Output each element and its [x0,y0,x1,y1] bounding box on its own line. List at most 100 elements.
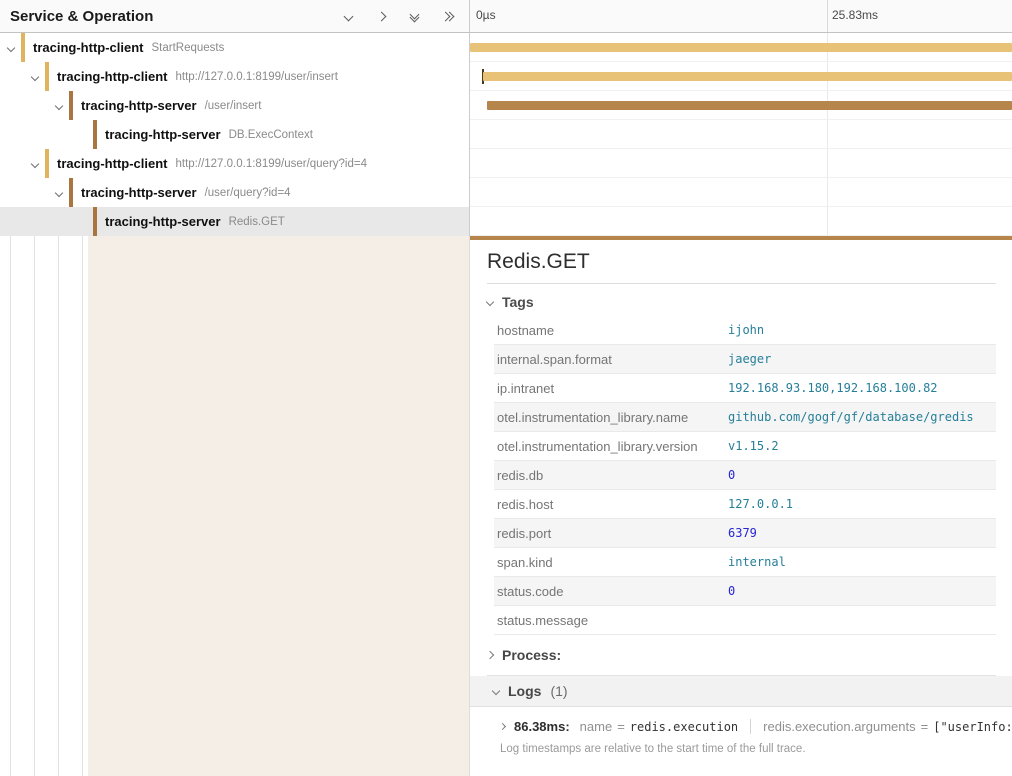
span-duration-bar[interactable] [483,72,1012,81]
tag-row: hostname ijohn [494,316,996,345]
chevron-right-glyph [376,11,386,21]
tag-value: 6379 [728,526,757,540]
operation-name: /user/query?id=4 [205,187,291,199]
process-label: Process: [502,647,561,663]
chevron-down-icon [492,687,500,695]
tag-row: otel.instrumentation_library.version v1.… [494,432,996,461]
tag-key: hostname [494,323,728,338]
tag-row: redis.db 0 [494,461,996,490]
timeline-header: Service & Operation 0µs 25.83ms [0,0,1012,33]
timeline-ruler: 0µs 25.83ms [470,0,1012,32]
span-timeline-cell [470,120,1012,149]
trace-viewer: Service & Operation 0µs 25.83ms tracing-… [0,0,1012,776]
service-operation-header: Service & Operation [0,0,470,32]
span-row-redis-get: tracing-http-server Redis.GET [0,207,1012,236]
chevron-down-icon[interactable] [340,8,356,24]
service-operation-title: Service & Operation [10,8,340,25]
operation-name: /user/insert [205,100,262,112]
service-name: tracing-http-server [81,98,197,113]
process-section-header[interactable]: Process: [487,635,996,676]
tags-label: Tags [502,294,534,310]
tag-value: v1.15.2 [728,439,779,453]
span-row-user-insert-client: tracing-http-client http://127.0.0.1:819… [0,62,1012,91]
indent-guide [82,236,83,776]
service-name: tracing-http-client [57,156,168,171]
log-field-equals: = [921,719,929,734]
span-detail-title: Redis.GET [487,240,996,284]
tag-key: span.kind [494,555,728,570]
collapse-chevron-icon[interactable] [28,74,42,80]
collapse-chevron-icon[interactable] [28,161,42,167]
log-field-value: redis.execution [630,720,738,734]
span-duration-bar[interactable] [470,43,1012,52]
logs-count: (1) [550,683,567,699]
tag-row: ip.intranet 192.168.93.180,192.168.100.8… [494,374,996,403]
tag-key: redis.host [494,497,728,512]
tag-key: otel.instrumentation_library.version [494,439,728,454]
span-duration-bar[interactable] [487,101,1012,110]
span-row-user-query-client: tracing-http-client http://127.0.0.1:819… [0,149,1012,178]
span-timeline-cell [470,207,1012,236]
operation-name: DB.ExecContext [229,129,313,141]
tag-value: github.com/gogf/gf/database/gredis [728,410,974,424]
indent-guide [34,236,35,776]
tag-row: status.code 0 [494,577,996,606]
collapse-chevron-icon[interactable] [52,103,66,109]
log-field-value: ["userInfo:4"] [933,720,1012,734]
log-field-key: redis.execution.arguments [763,719,915,734]
double-chevron-right-icon[interactable] [439,8,455,24]
log-entry-row[interactable]: 86.38ms: name = redis.execution redis.ex… [470,707,1012,734]
timeline-tick-0: 0µs [476,8,496,22]
span-tree-cell[interactable]: tracing-http-client http://127.0.0.1:819… [0,62,470,91]
span-tree-cell[interactable]: tracing-http-client http://127.0.0.1:819… [0,149,470,178]
tag-key: status.code [494,584,728,599]
chevron-right-icon[interactable] [373,8,389,24]
span-timeline-cell [470,178,1012,207]
chevron-right-icon [486,651,494,659]
double-chevron-down-glyph [411,11,418,21]
tag-key: ip.intranet [494,381,728,396]
tag-value: 192.168.93.180,192.168.100.82 [728,381,938,395]
tag-row: otel.instrumentation_library.name github… [494,403,996,432]
chevron-down-glyph [343,11,353,21]
indent-guide [58,236,59,776]
service-name: tracing-http-server [105,127,221,142]
span-color-bar [45,149,49,178]
chevron-down-icon [486,298,494,306]
service-color-tint [88,236,469,776]
span-timeline-cell [470,62,1012,91]
span-timeline-cell [470,33,1012,62]
span-row-startrequests: tracing-http-client StartRequests [0,33,1012,62]
tag-row: span.kind internal [494,548,996,577]
tag-value: 127.0.0.1 [728,497,793,511]
operation-name: StartRequests [152,42,225,54]
chevron-right-icon [499,723,506,730]
log-field-key: name [580,719,613,734]
span-timeline-cell [470,91,1012,120]
tag-value: jaeger [728,352,771,366]
service-name: tracing-http-server [81,185,197,200]
span-color-bar [45,62,49,91]
operation-name: Redis.GET [229,216,285,228]
tag-value: internal [728,555,786,569]
span-tree-cell[interactable]: tracing-http-client StartRequests [0,33,470,62]
tag-row: redis.host 127.0.0.1 [494,490,996,519]
span-tree-cell[interactable]: tracing-http-server /user/query?id=4 [0,178,470,207]
span-tree-cell[interactable]: tracing-http-server Redis.GET [0,207,470,236]
tag-key: redis.port [494,526,728,541]
tags-section-header[interactable]: Tags [487,284,996,316]
operation-name: http://127.0.0.1:8199/user/insert [176,71,338,83]
collapse-chevron-icon[interactable] [4,45,18,51]
span-color-bar [69,178,73,207]
collapse-chevron-icon[interactable] [52,190,66,196]
logs-section-header[interactable]: Logs (1) [470,676,1012,707]
timeline-tick-1: 25.83ms [832,8,878,22]
service-name: tracing-http-client [33,40,144,55]
log-timestamp: 86.38ms: [514,719,570,734]
span-tree-cell[interactable]: tracing-http-server /user/insert [0,91,470,120]
double-chevron-down-icon[interactable] [406,8,422,24]
span-row-user-insert-server: tracing-http-server /user/insert [0,91,1012,120]
indent-guide [10,236,11,776]
service-name: tracing-http-client [57,69,168,84]
span-tree-cell[interactable]: tracing-http-server DB.ExecContext [0,120,470,149]
